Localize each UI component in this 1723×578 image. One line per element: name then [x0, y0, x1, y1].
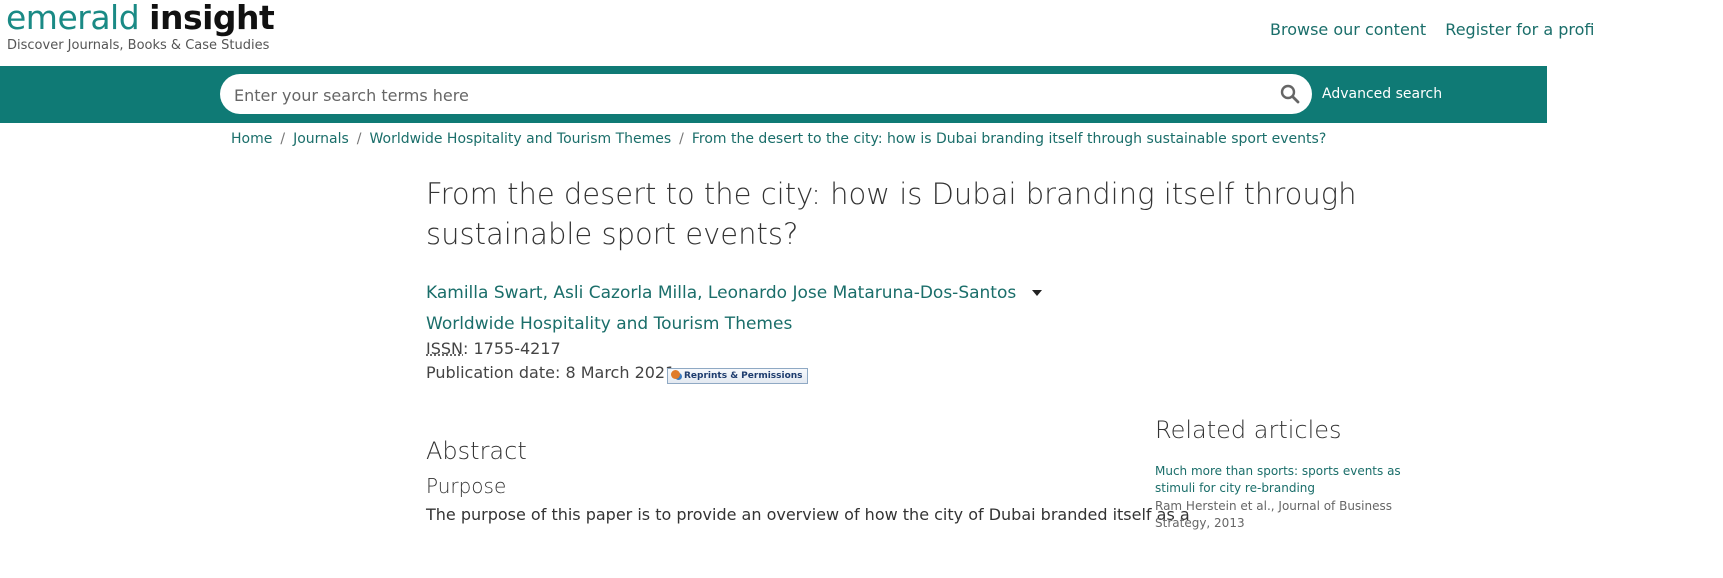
logo-tagline: Discover Journals, Books & Case Studies — [7, 38, 270, 53]
related-article-item: Much more than sports: sports events as … — [1155, 463, 1405, 532]
logo-word-insight: insight — [149, 0, 275, 37]
search-icon[interactable] — [1280, 84, 1300, 104]
purpose-text: The purpose of this paper is to provide … — [426, 505, 1190, 524]
register-profile-link[interactable]: Register for a profi — [1445, 20, 1594, 39]
purpose-heading: Purpose — [426, 474, 507, 498]
related-article-link[interactable]: Much more than sports: sports events as … — [1155, 463, 1405, 497]
article-authors: Kamilla Swart, Asli Cazorla Milla, Leona… — [426, 283, 1043, 303]
breadcrumb: Home / Journals / Worldwide Hospitality and … — [231, 131, 1326, 147]
search-band: Advanced search — [0, 66, 1547, 123]
abstract-heading: Abstract — [426, 437, 527, 465]
breadcrumb-home[interactable]: Home — [231, 131, 272, 147]
article-title: From the desert to the city: how is Duba… — [426, 177, 1357, 251]
breadcrumb-separator: / — [356, 131, 362, 147]
chevron-down-icon[interactable] — [1032, 290, 1043, 296]
search-input[interactable] — [232, 74, 1256, 116]
search-box — [220, 74, 1312, 116]
authors-list[interactable]: Kamilla Swart, Asli Cazorla Milla, Leona… — [426, 283, 1016, 303]
breadcrumb-current-article[interactable]: From the desert to the city: how is Duba… — [692, 131, 1326, 147]
publication-date: Publication date: 8 March 2021 — [426, 363, 676, 382]
breadcrumb-separator: / — [679, 131, 684, 147]
reprints-label: Reprints & Permissions — [684, 371, 803, 381]
logo-word-emerald: emerald — [6, 0, 140, 37]
advanced-search-link[interactable]: Advanced search — [1322, 86, 1442, 102]
breadcrumb-journal[interactable]: Worldwide Hospitality and Tourism Themes — [370, 131, 672, 147]
journal-link[interactable]: Worldwide Hospitality and Tourism Themes — [426, 314, 792, 334]
site-logo[interactable]: emerald insight Discover Journals, Books… — [6, 0, 275, 53]
issn-value: : 1755-4217 — [463, 339, 561, 358]
related-articles-heading: Related articles — [1155, 416, 1342, 444]
issn-label: ISSN — [426, 339, 463, 358]
top-nav: Browse our content Register for a profi — [1270, 20, 1723, 39]
issn: ISSN: 1755-4217 — [426, 339, 561, 358]
breadcrumb-separator: / — [280, 131, 286, 147]
browse-content-link[interactable]: Browse our content — [1270, 20, 1426, 39]
reprints-permissions-button[interactable]: Reprints & Permissions — [667, 368, 808, 384]
reprints-icon — [671, 370, 680, 379]
breadcrumb-journals[interactable]: Journals — [293, 131, 349, 147]
related-article-meta: Ram Herstein et al., Journal of Business… — [1155, 499, 1393, 530]
